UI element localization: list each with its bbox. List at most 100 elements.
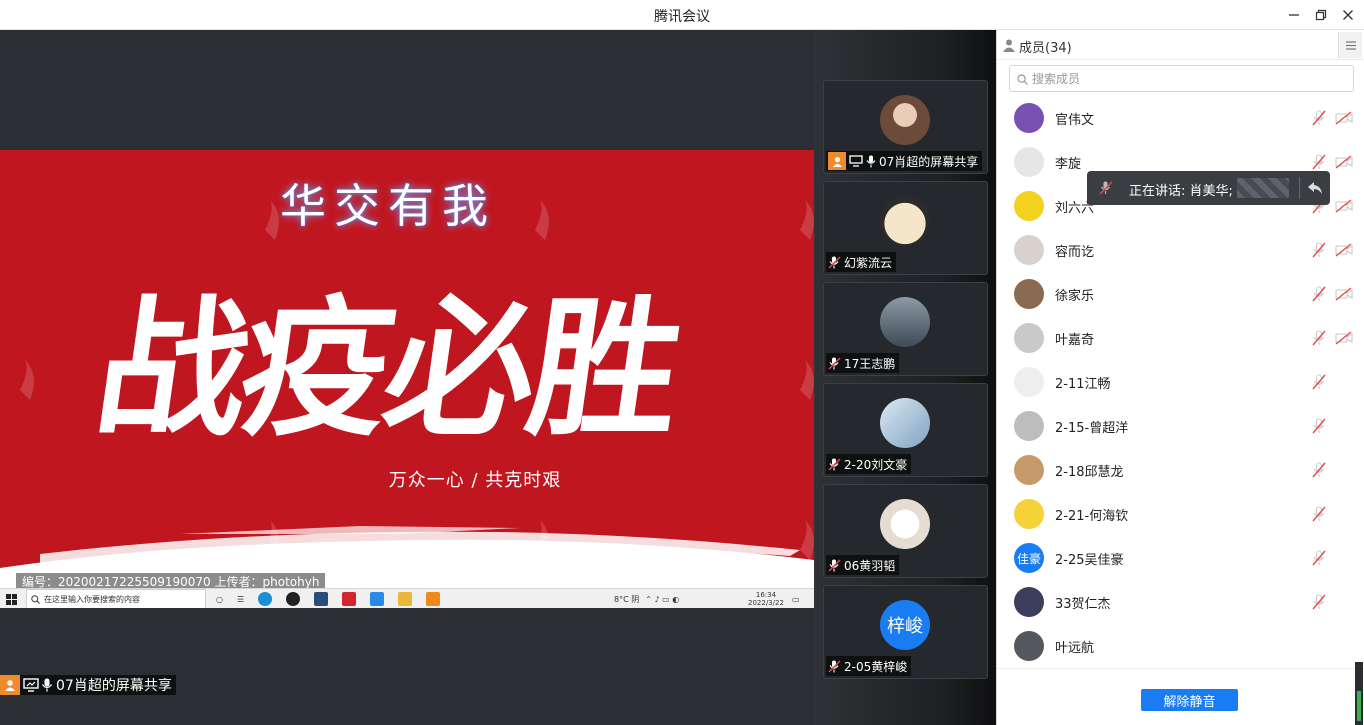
member-row[interactable]: 2-11江畅 xyxy=(997,360,1364,404)
avatar-text: 梓峻 xyxy=(887,616,923,637)
tile-name: 06黄羽韬 xyxy=(844,558,896,573)
microphone-muted-icon[interactable] xyxy=(1311,418,1327,434)
microphone-muted-icon[interactable] xyxy=(1311,506,1327,522)
video-tile[interactable]: 17王志鹏 xyxy=(823,282,988,376)
close-button[interactable] xyxy=(1337,4,1359,26)
avatar xyxy=(880,398,930,448)
member-row[interactable]: 2-21-何海钦 xyxy=(997,492,1364,536)
camera-off-icon[interactable] xyxy=(1335,331,1353,345)
title-bar: 腾讯会议 xyxy=(0,0,1364,30)
camera-off-icon[interactable] xyxy=(1335,155,1353,169)
video-app-icon xyxy=(314,592,329,606)
member-row[interactable]: 叶嘉奇 xyxy=(997,316,1364,360)
video-tile[interactable]: 梓峻 2-05黄梓峻 xyxy=(823,585,988,679)
microphone-muted-icon[interactable] xyxy=(1311,550,1327,566)
video-tile[interactable]: 06黄羽韬 xyxy=(823,484,988,578)
restore-icon xyxy=(1315,9,1327,21)
poster-title: 华交有我 xyxy=(280,179,496,233)
avatar xyxy=(1014,235,1044,265)
avatar xyxy=(1014,147,1044,177)
unmute-button[interactable]: 解除静音 xyxy=(1141,689,1238,711)
tile-name-bar: 2-05黄梓峻 xyxy=(826,656,912,676)
poster-headline: 战疫必胜 xyxy=(85,281,687,457)
member-name: 2-15-曾超洋 xyxy=(1055,421,1129,436)
microphone-muted-icon xyxy=(1099,181,1113,195)
microphone-muted-icon[interactable] xyxy=(1311,286,1327,302)
minimize-button[interactable] xyxy=(1283,4,1305,26)
wps-icon xyxy=(342,592,357,606)
member-row[interactable]: 官伟文 xyxy=(997,96,1364,140)
member-row[interactable]: 2-15-曾超洋 xyxy=(997,404,1364,448)
microphone-muted-icon[interactable] xyxy=(1311,110,1327,126)
close-icon xyxy=(1343,10,1353,20)
video-tile[interactable]: 幻紫流云 xyxy=(823,181,988,275)
member-row[interactable]: 容而讫 xyxy=(997,228,1364,272)
user-icon xyxy=(828,152,846,170)
clock-time: 16:34 xyxy=(755,591,777,599)
microphone-muted-icon[interactable] xyxy=(1311,374,1327,390)
microphone-muted-icon[interactable] xyxy=(1311,242,1327,258)
poster-subtitle: 万众一心 / 共克时艰 xyxy=(388,470,562,491)
member-row[interactable]: 33贺仁杰 xyxy=(997,580,1364,624)
video-tile[interactable]: 2-20刘文豪 xyxy=(823,383,988,477)
member-name: 2-25吴佳豪 xyxy=(1055,553,1124,568)
avatar xyxy=(1014,499,1044,529)
microphone-muted-icon[interactable] xyxy=(1311,594,1327,610)
avatar xyxy=(1014,323,1044,353)
tile-name-bar: 幻紫流云 xyxy=(826,252,897,272)
member-row[interactable]: 佳豪 2-25吴佳豪 xyxy=(997,536,1364,580)
members-panel: 成员(34) 官伟文李旋刘六六容而讫徐家乐叶嘉奇2-11江畅2-15-曾超洋2-… xyxy=(996,30,1364,725)
video-tile[interactable]: 07肖超的屏幕共享 xyxy=(823,80,988,174)
member-name: 33贺仁杰 xyxy=(1055,597,1111,612)
member-search[interactable] xyxy=(1009,65,1354,92)
avatar-text: 佳豪 xyxy=(1016,551,1041,566)
member-name: 官伟文 xyxy=(1055,113,1095,128)
avatar xyxy=(880,196,930,246)
taskbar-apps: ○ ☰ xyxy=(216,589,441,608)
user-icon xyxy=(0,675,20,695)
panel-footer: 解除静音 xyxy=(997,668,1364,725)
screen-share-icon xyxy=(23,678,39,692)
member-row[interactable]: 2-18邱慧龙 xyxy=(997,448,1364,492)
avatar: 佳豪 xyxy=(1014,543,1044,573)
shared-taskbar: 在这里输入你要搜索的内容 ○ ☰ 8°C 阴 ⌃ ♪ ▭ ◐ 16:34 202… xyxy=(0,588,814,608)
player-icon xyxy=(426,592,441,606)
camera-off-icon[interactable] xyxy=(1335,243,1353,257)
main-stage: 华交有我 战疫必胜 万众一心 / 共克时艰 编号：202002172255091… xyxy=(0,30,814,725)
avatar xyxy=(1014,367,1044,397)
tile-name: 幻紫流云 xyxy=(844,255,893,270)
member-name: 叶远航 xyxy=(1055,641,1095,656)
notification-icon: ▭ xyxy=(792,594,800,604)
collapse-icon[interactable] xyxy=(1307,181,1323,195)
member-name: 李旋 xyxy=(1055,157,1082,172)
speaking-toast: 正在讲话: 肖美华; xyxy=(1087,171,1330,205)
member-row[interactable]: 徐家乐 xyxy=(997,272,1364,316)
shared-screen[interactable]: 华交有我 战疫必胜 万众一心 / 共克时艰 编号：202002172255091… xyxy=(0,150,814,608)
panel-menu-button[interactable] xyxy=(1338,32,1362,58)
microphone-icon xyxy=(42,678,52,692)
microphone-icon xyxy=(866,155,876,167)
avatar xyxy=(1014,191,1044,221)
camera-off-icon[interactable] xyxy=(1335,111,1353,125)
microphone-muted-icon xyxy=(828,659,841,673)
edge-icon xyxy=(258,592,273,606)
search-icon xyxy=(31,594,40,604)
member-row[interactable]: 叶远航 xyxy=(997,624,1364,668)
speaking-text: 正在讲话: 肖美华; xyxy=(1129,184,1233,199)
camera-off-icon[interactable] xyxy=(1335,199,1353,213)
divider xyxy=(1299,177,1300,199)
member-search-input[interactable] xyxy=(1032,70,1332,88)
avatar xyxy=(880,297,930,347)
taskbar-search: 在这里输入你要搜索的内容 xyxy=(26,589,206,608)
member-name: 徐家乐 xyxy=(1055,289,1095,304)
restore-button[interactable] xyxy=(1310,4,1332,26)
microphone-muted-icon[interactable] xyxy=(1311,330,1327,346)
microphone-muted-icon xyxy=(828,457,841,471)
microphone-muted-icon[interactable] xyxy=(1311,154,1327,170)
camera-off-icon[interactable] xyxy=(1335,287,1353,301)
microphone-muted-icon[interactable] xyxy=(1311,462,1327,478)
audio-level-meter xyxy=(1355,662,1363,725)
avatar xyxy=(1014,631,1044,661)
avatar: 梓峻 xyxy=(880,600,930,650)
avatar xyxy=(880,95,930,145)
